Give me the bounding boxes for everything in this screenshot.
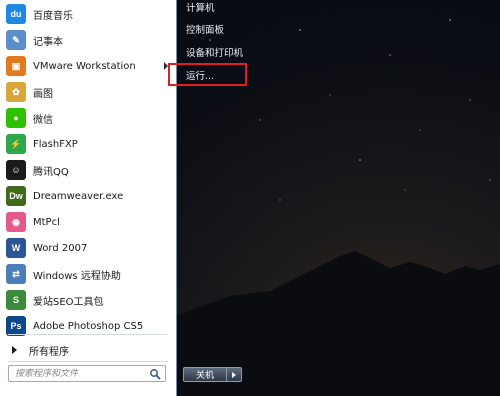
computer-link[interactable]: 计算机: [186, 0, 215, 14]
all-programs-label: 所有程序: [29, 346, 69, 358]
program-label: 画图: [33, 88, 53, 100]
program-item[interactable]: ✎ 记事本: [6, 28, 172, 52]
shutdown-options-button[interactable]: [227, 367, 242, 382]
qq-icon: ☺: [6, 160, 26, 180]
program-label: 记事本: [33, 36, 63, 48]
program-item[interactable]: ✿ 画图: [6, 80, 172, 104]
program-label: 百度音乐: [33, 10, 73, 22]
word-icon: W: [6, 238, 26, 258]
baidu-music-icon: du: [6, 4, 26, 24]
notepad-icon: ✎: [6, 30, 26, 50]
shutdown-group: 关机: [183, 367, 243, 382]
program-item[interactable]: S 爱站SEO工具包: [6, 288, 172, 312]
program-item[interactable]: ⇄ Windows 远程协助: [6, 262, 172, 286]
program-label: Dreamweaver.exe: [33, 190, 124, 202]
program-label: MtPcl: [33, 216, 60, 228]
program-label: 微信: [33, 114, 53, 126]
program-item[interactable]: du 百度音乐: [6, 2, 172, 26]
dreamweaver-icon: Dw: [6, 186, 26, 206]
program-item[interactable]: ⚡ FlashFXP: [6, 132, 172, 156]
program-label: Windows 远程协助: [33, 270, 121, 282]
program-label: Word 2007: [33, 242, 88, 254]
search-box: [8, 365, 166, 382]
program-item[interactable]: W Word 2007: [6, 236, 172, 260]
arrow-right-icon: [12, 346, 17, 354]
aizhan-seo-icon: S: [6, 290, 26, 310]
search-input[interactable]: [9, 366, 143, 382]
control-panel-link[interactable]: 控制面板: [186, 22, 224, 36]
program-item[interactable]: ● 微信: [6, 106, 172, 130]
run-highlight-box: [168, 63, 247, 86]
separator: [8, 361, 168, 362]
search-icon[interactable]: [149, 368, 161, 380]
all-programs-button[interactable]: 所有程序: [8, 341, 168, 359]
mtpcl-icon: ◉: [6, 212, 26, 232]
separator: [8, 334, 168, 335]
program-label: Adobe Photoshop CS5: [33, 320, 144, 332]
remote-assistance-icon: ⇄: [6, 264, 26, 284]
wechat-icon: ●: [6, 108, 26, 128]
program-label: VMware Workstation: [33, 60, 136, 72]
program-label: 爱站SEO工具包: [33, 296, 104, 308]
program-label: FlashFXP: [33, 138, 78, 150]
photoshop-icon: Ps: [6, 316, 26, 336]
program-item[interactable]: ☺ 腾讯QQ: [6, 158, 172, 182]
program-item[interactable]: ▣ VMware Workstation: [6, 54, 172, 78]
program-label: 腾讯QQ: [33, 166, 69, 178]
devices-printers-link[interactable]: 设备和打印机: [186, 45, 243, 59]
flashfxp-icon: ⚡: [6, 134, 26, 154]
paint-icon: ✿: [6, 82, 26, 102]
start-menu-left-panel: du 百度音乐 ✎ 记事本 ▣ VMware Workstation ✿ 画图 ● 微信 ⚡ Flas…: [0, 0, 177, 396]
program-item[interactable]: ◉ MtPcl: [6, 210, 172, 234]
shutdown-button[interactable]: 关机: [183, 367, 227, 382]
program-item[interactable]: Dw Dreamweaver.exe: [6, 184, 172, 208]
vmware-icon: ▣: [6, 56, 26, 76]
arrow-right-icon: [232, 371, 236, 378]
